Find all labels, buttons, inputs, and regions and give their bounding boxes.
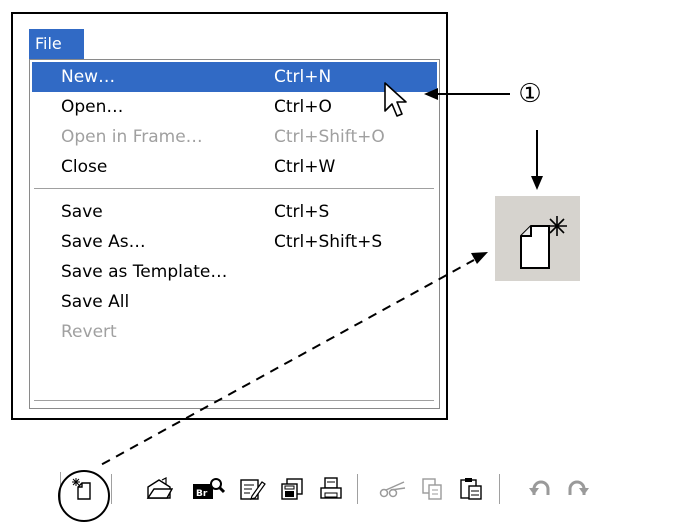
paste-button[interactable] [451,469,491,509]
redo-icon [568,480,589,495]
print-button[interactable] [311,469,351,509]
new-document-button-enlarged [495,196,580,281]
toolbar-separator [499,474,503,504]
toolbar-separator [111,474,115,504]
browse-in-bridge-icon: Br [193,478,225,499]
toolbar-separator [357,474,361,504]
cut-icon [379,481,406,498]
redo-button [558,469,598,509]
edit-document-icon [240,479,266,500]
new-document-icon [520,216,567,269]
undo-button [520,469,560,509]
standard-toolbar: Br [55,466,684,512]
highlight-circle [58,470,110,522]
print-icon [320,477,342,499]
browse-in-bridge-button[interactable]: Br [188,469,228,509]
undo-icon [529,480,550,495]
bridge-badge-text: Br [196,489,208,499]
copy-button [412,469,452,509]
edit-button[interactable] [232,469,272,509]
copy-icon [422,478,442,500]
open-folder-icon [146,477,173,499]
paste-icon [460,478,482,500]
annotation-arrows [87,88,543,473]
save-all-icon [281,478,303,500]
open-button[interactable] [139,469,179,509]
step-marker: ① [518,79,542,109]
cut-button [373,469,413,509]
save-all-button[interactable] [272,469,312,509]
